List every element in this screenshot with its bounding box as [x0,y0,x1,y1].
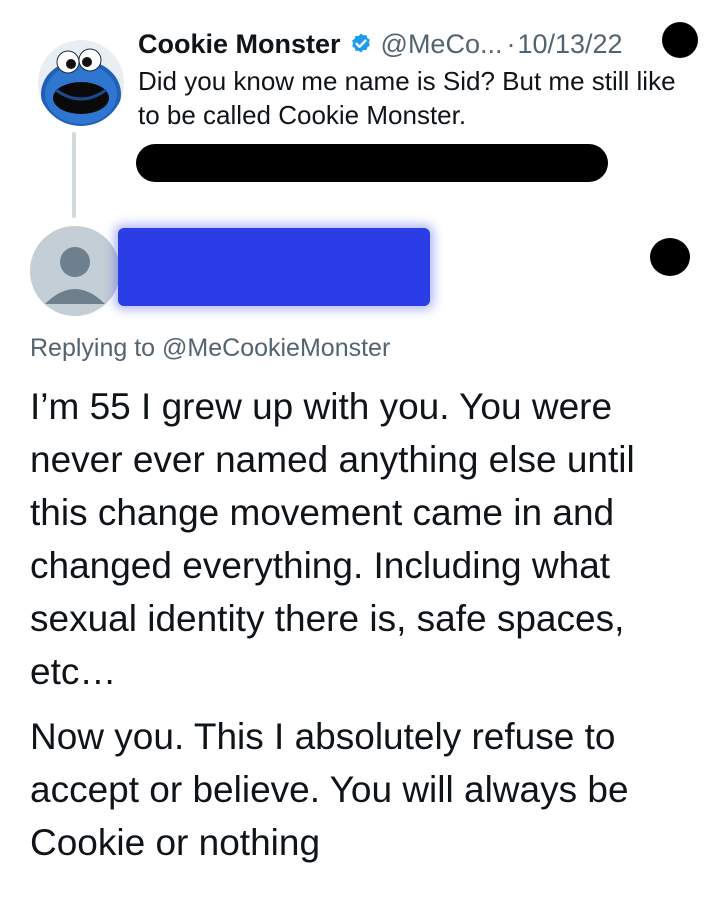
redaction-bar [136,144,608,182]
tweet-text: Did you know me name is Sid? But me stil… [138,66,676,130]
cookie-monster-avatar[interactable] [38,40,124,126]
more-options-redacted-icon[interactable] [662,22,698,58]
tweet-date[interactable]: 10/13/22 [517,29,622,60]
reply-text: I’m 55 I grew up with you. You were neve… [30,380,700,869]
separator-dot: · [506,28,516,59]
author-handle[interactable]: @MeCo... [381,29,503,60]
replying-to-label: Replying to [30,334,156,362]
default-person-icon [30,226,120,316]
verified-badge-icon [349,32,373,56]
author-name[interactable]: Cookie Monster [138,29,341,60]
reply-paragraph: I’m 55 I grew up with you. You were neve… [30,386,635,692]
redacted-username-scribble [118,228,430,306]
default-user-avatar[interactable] [30,226,120,316]
cookie-monster-face-icon [38,40,124,126]
replying-to-mention[interactable]: @MeCookieMonster [162,334,390,362]
reply-paragraph: Now you. This I absolutely refuse to acc… [30,716,629,863]
replying-to-line: Replying to @MeCookieMonster [30,334,390,363]
thread-connector-line [72,132,76,218]
tweet-header: Cookie Monster @MeCo... · 10/13/22 [138,24,623,64]
more-options-redacted-icon[interactable] [650,238,690,276]
